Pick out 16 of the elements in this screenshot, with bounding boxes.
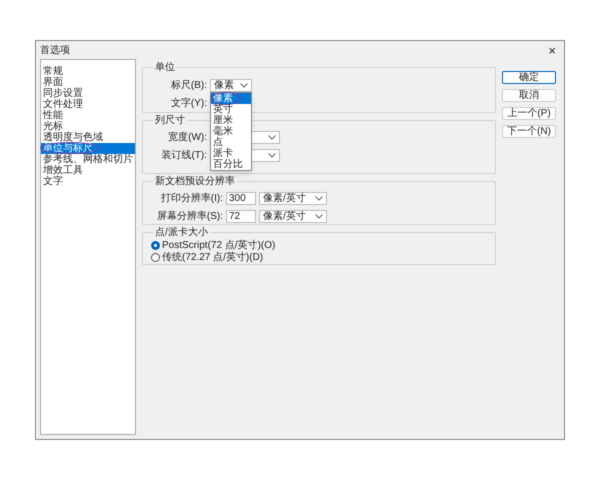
group-title: 点/派卡大小 (153, 227, 210, 238)
group-title: 单位 (153, 62, 177, 73)
dropdown-value: 像素/英寸 (263, 211, 306, 222)
dropdown-value: 像素 (214, 80, 234, 91)
field-label: 文字(Y): (170, 96, 207, 111)
radio-label: PostScript(72 点/英寸)(O) (162, 240, 276, 251)
field-label: 装订线(T): (160, 148, 207, 163)
group-title: 新文档预设分辨率 (153, 176, 237, 187)
field-label: 打印分辨率(I): (160, 192, 223, 206)
group-title: 列尺寸 (153, 115, 187, 126)
field-label: 屏幕分辨率(S): (156, 210, 223, 224)
dropdown-value: 像素/英寸 (263, 193, 306, 204)
field-label: 宽度(W): (167, 130, 207, 145)
radio-label: 传统(72.27 点/英寸)(D) (162, 252, 264, 263)
window-title: 首选项 (40, 44, 70, 58)
field-label: 标尺(B): (170, 78, 207, 93)
